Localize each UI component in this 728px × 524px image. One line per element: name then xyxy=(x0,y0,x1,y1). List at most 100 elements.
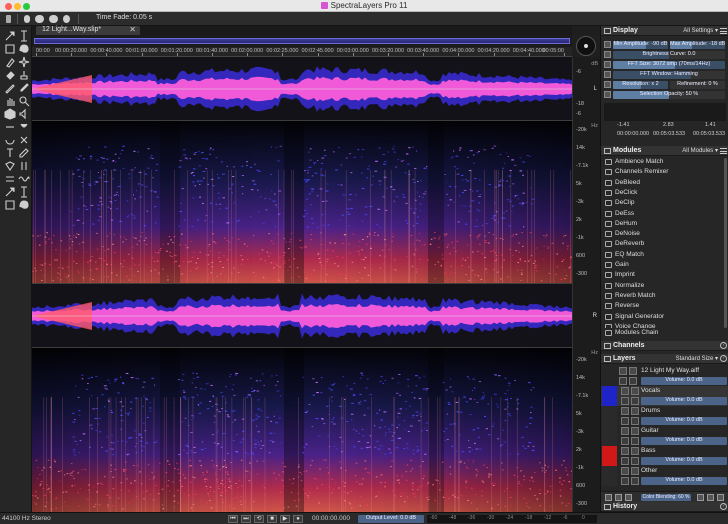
layer-size-dropdown[interactable]: Standard Size ▾ xyxy=(676,355,718,362)
fill-tool-icon[interactable] xyxy=(4,160,16,172)
layer-visibility-icon[interactable] xyxy=(621,407,629,415)
layer-phase-icon[interactable] xyxy=(621,397,629,405)
spectrogram-right[interactable] xyxy=(32,348,572,512)
module-item[interactable]: Imprint xyxy=(601,270,728,280)
layer-color-swatch[interactable] xyxy=(602,466,617,486)
document-tab[interactable]: 12 Light...Way.slip* ✕ xyxy=(36,25,140,35)
layer-row[interactable]: 12 Light My Way.aiff Volume: 0.0 dB xyxy=(601,366,728,386)
waveform-left[interactable] xyxy=(32,57,572,121)
module-item[interactable]: Normalize xyxy=(601,281,728,291)
module-item[interactable]: DeNoise xyxy=(601,229,728,239)
channels-panel-header[interactable]: Channels ? xyxy=(601,341,728,351)
dropper-tool-icon[interactable] xyxy=(18,82,30,94)
resolution-slider[interactable]: Resolution: x 2 xyxy=(613,81,668,89)
cube-tool-icon[interactable] xyxy=(4,108,16,120)
harmonic-tool-icon[interactable] xyxy=(18,121,30,133)
waveform-graphic[interactable] xyxy=(32,57,572,121)
module-item[interactable]: Channels Remixer xyxy=(601,167,728,177)
half-circle-icon[interactable] xyxy=(63,15,70,23)
layer-volume-slider[interactable]: Volume: 0.0 dB xyxy=(641,417,727,425)
rect-select-tool-icon[interactable] xyxy=(4,199,16,211)
channels-help-icon[interactable]: ? xyxy=(720,342,727,349)
modules-menu-icon[interactable] xyxy=(720,148,727,154)
history-help-icon[interactable]: ? xyxy=(720,503,727,510)
layer-volume-slider[interactable]: Volume: 0.0 dB xyxy=(641,457,727,465)
layer-color-swatch[interactable] xyxy=(602,446,617,466)
pill-toggle-icon-2[interactable] xyxy=(49,15,58,23)
layer-row[interactable]: Vocals Volume: 0.0 dB xyxy=(601,386,728,406)
module-item[interactable]: Signal Generator xyxy=(601,312,728,322)
module-item[interactable]: DeClip xyxy=(601,198,728,208)
close-tab-icon[interactable]: ✕ xyxy=(129,25,136,34)
layer-solo-icon[interactable] xyxy=(631,407,639,415)
layer-visibility-icon[interactable] xyxy=(621,447,629,455)
layer-color-swatch[interactable] xyxy=(602,406,617,426)
layer-phase-icon[interactable] xyxy=(621,417,629,425)
play-button[interactable]: ▶ xyxy=(280,515,290,523)
module-item[interactable]: Reverse xyxy=(601,301,728,311)
overview-visible-range[interactable] xyxy=(34,38,570,44)
modules-scrollbar[interactable] xyxy=(724,158,727,328)
layers-help-icon[interactable]: ? xyxy=(720,355,727,362)
pill-toggle-icon[interactable] xyxy=(35,15,44,23)
layer-mix-icon[interactable] xyxy=(625,494,632,501)
magic-wand-tool-icon[interactable] xyxy=(18,56,30,68)
layer-color-swatch[interactable] xyxy=(602,386,617,406)
record-button[interactable]: ● xyxy=(293,515,303,523)
layer-row[interactable]: Other Volume: 0.0 dB xyxy=(601,466,728,486)
layer-row[interactable]: Drums Volume: 0.0 dB xyxy=(601,406,728,426)
selection-opacity-slider[interactable]: Selection Opacity: 50 % xyxy=(613,91,725,99)
add-layer-icon[interactable] xyxy=(707,494,714,501)
spectrogram-left[interactable] xyxy=(32,121,572,284)
cut-tool-icon[interactable] xyxy=(18,134,30,146)
time-ruler[interactable]: 00:00 00:00:20.000 00:00:40.000 00:01:00.00… xyxy=(32,47,572,57)
max-amplitude-slider[interactable]: Max Amplitude: -18 dB xyxy=(670,41,725,49)
overview-navigator[interactable] xyxy=(32,35,572,47)
time-select-tool-icon[interactable] xyxy=(18,30,30,42)
layer-solo-icon[interactable] xyxy=(631,447,639,455)
layer-volume-slider[interactable]: Volume: 0.0 dB xyxy=(641,477,727,485)
delete-layer-icon[interactable] xyxy=(717,494,724,501)
layer-volume-slider[interactable]: Volume: 0.0 dB xyxy=(641,397,727,405)
time-fade-setting[interactable]: Time Fade: 0.05 s xyxy=(96,14,152,21)
layer-row[interactable]: Guitar Volume: 0.0 dB xyxy=(601,426,728,446)
display-panel-header[interactable]: Display All Settings ▾ xyxy=(601,26,728,36)
text-tool-icon[interactable] xyxy=(4,147,16,159)
layers-panel-header[interactable]: Layers Standard Size ▾ ? xyxy=(601,354,728,364)
layer-solo-icon[interactable] xyxy=(631,467,639,475)
lasso-tool-icon[interactable] xyxy=(18,43,30,55)
rect-select-tool-icon[interactable] xyxy=(4,43,16,55)
lasso-tool-icon[interactable] xyxy=(18,199,30,211)
go-to-start-button[interactable]: ⏮ xyxy=(228,515,238,523)
refinement-slider[interactable]: Refinement: 0 % xyxy=(670,81,725,89)
display-settings-dropdown[interactable]: All Settings ▾ xyxy=(683,27,718,34)
module-item[interactable]: DeBleed xyxy=(601,178,728,188)
fft-window-select[interactable]: FFT Window: Hamming xyxy=(613,71,725,79)
layer-visibility-icon[interactable] xyxy=(621,387,629,395)
module-item[interactable]: DeClick xyxy=(601,188,728,198)
wave-tool-icon[interactable] xyxy=(18,173,30,185)
grid-tool-icon[interactable] xyxy=(4,173,16,185)
fft-size-slider[interactable]: FFT Size: 3072 smp (70ms/14Hz) xyxy=(613,61,725,69)
module-item[interactable]: Ambience Match xyxy=(601,157,728,167)
layer-solo-icon[interactable] xyxy=(631,387,639,395)
eraser-tool-icon[interactable] xyxy=(4,69,16,81)
module-item[interactable]: DeReverb xyxy=(601,239,728,249)
layer-visibility-icon[interactable] xyxy=(619,367,627,375)
dot-icon[interactable] xyxy=(24,15,30,23)
layer-lock-icon[interactable] xyxy=(631,437,639,445)
layer-row[interactable]: Bass Volume: 0.0 dB xyxy=(601,446,728,466)
module-item[interactable]: EQ Match xyxy=(601,250,728,260)
layer-view-icon[interactable] xyxy=(615,494,622,501)
modules-panel-header[interactable]: Modules All Modules ▾ xyxy=(601,146,728,156)
pitch-tool-icon[interactable] xyxy=(4,121,16,133)
spectrogram-graphic[interactable] xyxy=(32,348,572,512)
speaker-tool-icon[interactable] xyxy=(18,108,30,120)
move-tool-icon[interactable] xyxy=(4,30,16,42)
module-item[interactable]: Gain xyxy=(601,260,728,270)
merge-layers-icon[interactable] xyxy=(697,494,704,501)
clone-tool-icon[interactable] xyxy=(4,134,16,146)
layer-lock-icon[interactable] xyxy=(631,457,639,465)
go-to-end-button[interactable]: ⏭ xyxy=(241,515,251,523)
layer-volume-slider[interactable]: Volume: 0.0 dB xyxy=(641,437,727,445)
